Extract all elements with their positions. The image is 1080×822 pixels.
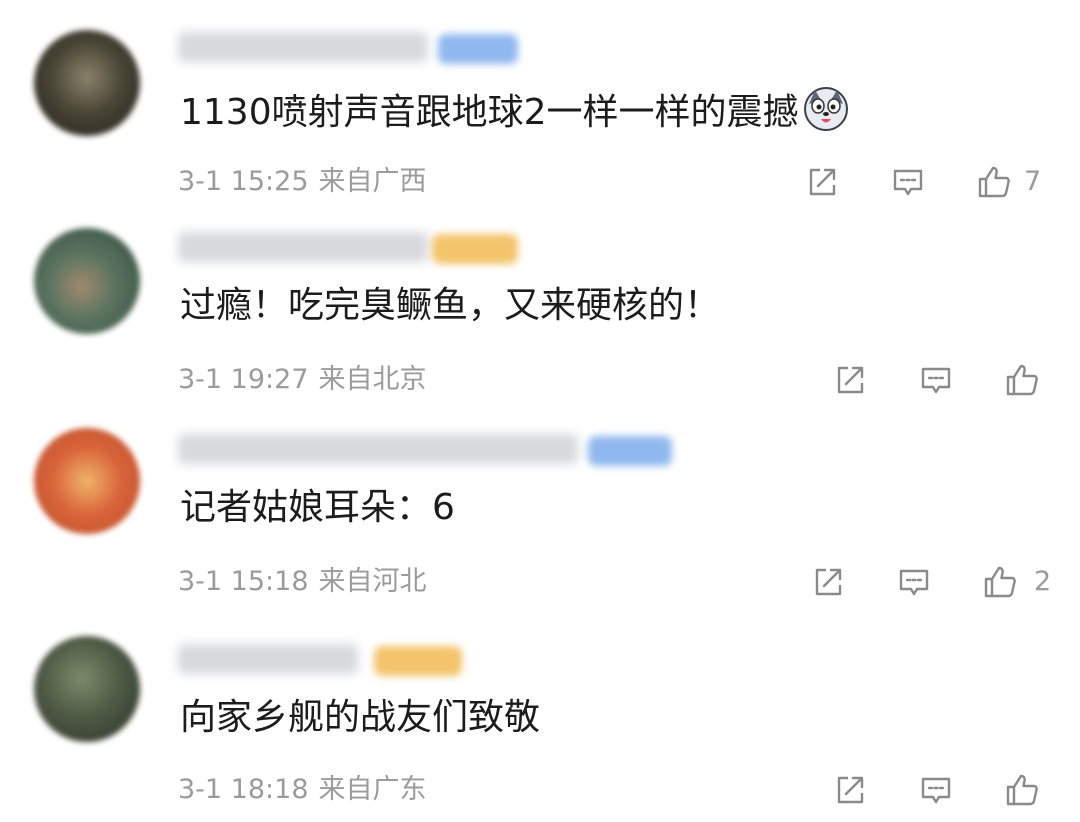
avatar[interactable] xyxy=(34,228,140,334)
comment-meta: 3-1 18:18 来自广东 xyxy=(178,774,427,806)
thumbs-up-icon xyxy=(984,566,1016,598)
comment-text-label: 1130喷射声音跟地球2一样一样的震撼 xyxy=(180,92,799,133)
comment-location: 来自广东 xyxy=(318,774,427,805)
avatar[interactable] xyxy=(34,30,140,136)
comment-meta: 3-1 15:25 来自广西 xyxy=(178,166,427,198)
thumbs-up-icon xyxy=(1006,774,1038,806)
avatar[interactable] xyxy=(34,428,140,534)
comment-text: 过瘾！吃完臭鳜鱼，又来硬核的！ xyxy=(180,284,720,328)
share-icon xyxy=(809,168,836,196)
thumbs-up-icon xyxy=(978,166,1010,198)
comment-location: 来自广西 xyxy=(318,166,427,197)
avatar[interactable] xyxy=(34,636,140,742)
share-icon xyxy=(815,568,842,596)
reply-button[interactable] xyxy=(886,160,930,204)
share-button[interactable] xyxy=(800,160,844,204)
share-icon xyxy=(837,776,864,804)
member-badge xyxy=(438,34,518,64)
comment-timestamp: 3-1 15:18 xyxy=(178,566,309,597)
comment-timestamp: 3-1 19:27 xyxy=(178,364,309,395)
comment-timestamp: 3-1 15:25 xyxy=(178,166,309,197)
husky-face-emoji-icon xyxy=(803,87,848,131)
share-button[interactable] xyxy=(828,358,872,402)
comment-meta: 3-1 15:18 来自河北 xyxy=(178,566,427,598)
comment-icon xyxy=(899,569,929,596)
comment-location: 来自北京 xyxy=(318,364,427,395)
share-icon xyxy=(837,366,864,394)
username-blurred[interactable] xyxy=(178,434,578,464)
like-count: 7 xyxy=(1024,166,1042,197)
comment-text-label: 向家乡舰的战友们致敬 xyxy=(180,697,541,738)
username-blurred[interactable] xyxy=(178,644,358,674)
reply-button[interactable] xyxy=(914,358,958,402)
username-blurred[interactable] xyxy=(178,32,428,62)
comment-text: 1130喷射声音跟地球2一样一样的震撼 xyxy=(180,86,849,135)
comment-text-label: 过瘾！吃完臭鳜鱼，又来硬核的！ xyxy=(180,285,721,326)
member-badge xyxy=(588,436,672,466)
comment-text-label: 记者姑娘耳朵：6 xyxy=(180,487,455,528)
reply-button[interactable] xyxy=(914,768,958,812)
comment-timestamp: 3-1 18:18 xyxy=(178,774,309,805)
username-blurred[interactable] xyxy=(178,232,428,262)
comment-meta: 3-1 19:27 来自北京 xyxy=(178,364,427,396)
like-button[interactable] xyxy=(972,160,1016,204)
comment-icon xyxy=(921,777,951,804)
like-count: 2 xyxy=(1034,566,1052,597)
member-badge xyxy=(432,234,518,264)
comment-text: 向家乡舰的战友们致敬 xyxy=(180,696,540,740)
share-button[interactable] xyxy=(806,560,850,604)
comment-location: 来自河北 xyxy=(318,566,427,597)
member-badge xyxy=(374,646,462,676)
like-button[interactable] xyxy=(1000,358,1044,402)
reply-button[interactable] xyxy=(892,560,936,604)
comment-icon xyxy=(893,169,923,196)
like-button[interactable] xyxy=(1000,768,1044,812)
comment-text: 记者姑娘耳朵：6 xyxy=(180,486,455,530)
comment-icon xyxy=(921,367,951,394)
like-button[interactable] xyxy=(978,560,1022,604)
thumbs-up-icon xyxy=(1006,364,1038,396)
share-button[interactable] xyxy=(828,768,872,812)
